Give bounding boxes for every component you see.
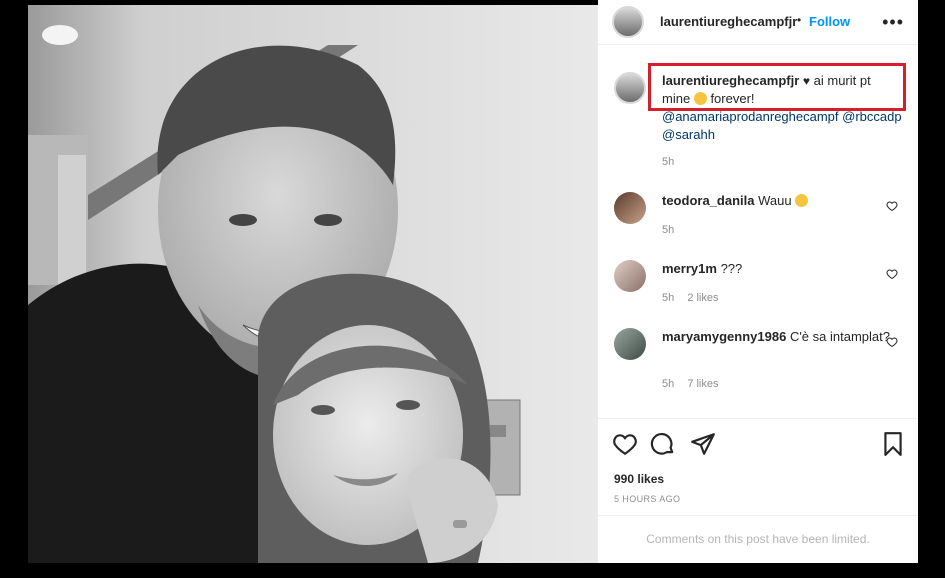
comment-time: 5h [662,378,675,390]
comment-icon[interactable] [650,431,676,457]
comment-meta: 5h 2 likes [662,292,719,304]
heart-icon[interactable] [612,431,638,457]
comment-username[interactable]: merry1m [662,261,717,276]
comment-body: C'è sa intamplat? [789,329,890,344]
comment-time: 5h [662,224,675,236]
caption-mentions-1[interactable]: @anamariaprodanreghecampf @rbccadp [662,109,902,124]
post-time-ago: 5 HOURS AGO [614,494,681,504]
comment-username[interactable]: maryamygenny1986 [662,329,786,344]
caption-avatar[interactable] [614,72,646,104]
comment-meta: 5h 7 likes [662,378,719,390]
smiley-emoji-icon [795,194,809,207]
commenter-avatar[interactable] [614,328,646,360]
caption-mentions-2[interactable]: @sarahh [662,127,715,142]
comment-like-icon[interactable] [886,200,898,212]
likes-count[interactable]: 990 likes [614,472,664,486]
caption-time: 5h [662,156,675,168]
author-username[interactable]: laurentiureghecampfjr [660,14,797,29]
caption-highlight-box [648,63,906,111]
post-photo [28,5,598,563]
post-header: laurentiureghecampfjr • Follow ••• [598,0,918,45]
bookmark-icon[interactable] [880,431,906,457]
comment-likes[interactable]: 2 likes [687,292,718,304]
comment-text: merry1m ??? [662,260,892,278]
commenter-avatar[interactable] [614,192,646,224]
comments-limited-notice: Comments on this post have been limited. [598,515,918,564]
more-options-icon[interactable]: ••• [882,12,904,33]
author-avatar[interactable] [612,6,644,38]
commenter-avatar[interactable] [614,260,646,292]
comment-like-icon[interactable] [886,336,898,348]
separator-dot: • [797,13,802,27]
share-icon[interactable] [690,431,716,457]
post-photo-image [28,5,598,563]
follow-button[interactable]: Follow [809,14,850,29]
comment-like-icon[interactable] [886,268,898,280]
comment-time: 5h [662,292,675,304]
post-actions [598,418,918,465]
comment-text: teodora_danila Wauu [662,192,892,210]
comment-body: ??? [720,261,743,276]
comment-body: Wauu [758,193,792,208]
comment-likes[interactable]: 7 likes [687,378,718,390]
comment-text: maryamygenny1986 C'è sa intamplat? [662,328,892,346]
comment-username[interactable]: teodora_danila [662,193,754,208]
